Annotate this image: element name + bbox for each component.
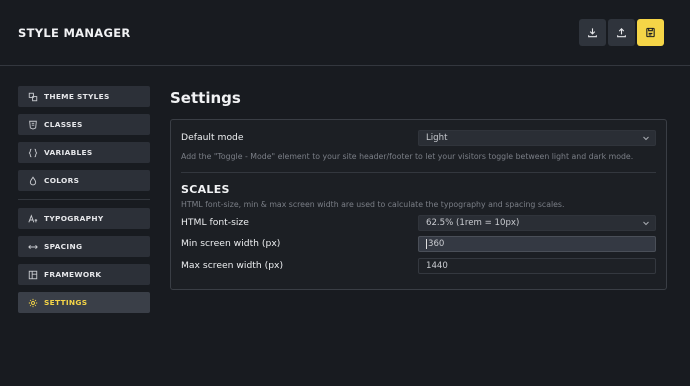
text-caret (426, 239, 427, 249)
app-header: STYLE MANAGER (0, 0, 690, 66)
sidebar-item-typography[interactable]: TYPOGRAPHY (18, 208, 150, 229)
default-mode-help: Add the "Toggle - Mode" element to your … (181, 152, 634, 161)
save-icon (645, 23, 656, 42)
default-mode-value: Light (426, 133, 448, 143)
sidebar-item-variables[interactable]: VARIABLES (18, 142, 150, 163)
theme-styles-icon (27, 91, 39, 103)
typography-icon (27, 213, 39, 225)
classes-icon (27, 119, 39, 131)
font-size-value: 62.5% (1rem = 10px) (426, 218, 520, 228)
chevron-down-icon (643, 136, 649, 141)
download-button[interactable] (579, 19, 606, 46)
sidebar-item-classes[interactable]: CLASSES (18, 114, 150, 135)
sidebar-item-framework[interactable]: FRAMEWORK (18, 264, 150, 285)
sidebar-item-label: TYPOGRAPHY (44, 214, 104, 223)
page-title: Settings (170, 89, 241, 107)
sidebar-item-label: SETTINGS (44, 298, 88, 307)
download-icon (587, 23, 598, 42)
app-title: STYLE MANAGER (18, 26, 131, 40)
panel-divider (181, 172, 656, 173)
max-width-input[interactable]: 1440 (418, 258, 656, 274)
min-width-label: Min screen width (px) (181, 238, 281, 249)
sidebar-item-label: COLORS (44, 176, 80, 185)
sidebar-item-label: VARIABLES (44, 148, 93, 157)
min-width-value: 360 (428, 239, 445, 249)
min-width-input[interactable]: 360 (418, 236, 656, 252)
chevron-down-icon (643, 221, 649, 226)
font-size-label: HTML font-size (181, 217, 249, 228)
scales-title: SCALES (181, 183, 230, 196)
default-mode-label: Default mode (181, 132, 244, 143)
spacing-icon (27, 241, 39, 253)
sidebar-item-settings[interactable]: SETTINGS (18, 292, 150, 313)
braces-icon (27, 147, 39, 159)
framework-icon (27, 269, 39, 281)
max-width-label: Max screen width (px) (181, 260, 284, 271)
upload-icon (616, 23, 627, 42)
save-button[interactable] (637, 19, 664, 46)
default-mode-select[interactable]: Light (418, 130, 656, 146)
max-width-value: 1440 (426, 261, 448, 271)
droplet-icon (27, 175, 39, 187)
sidebar-item-spacing[interactable]: SPACING (18, 236, 150, 257)
upload-button[interactable] (608, 19, 635, 46)
sidebar-item-label: THEME STYLES (44, 92, 110, 101)
sidebar-item-label: FRAMEWORK (44, 270, 102, 279)
sidebar-item-label: CLASSES (44, 120, 83, 129)
scales-help: HTML font-size, min & max screen width a… (181, 200, 565, 209)
sidebar-item-theme-styles[interactable]: THEME STYLES (18, 86, 150, 107)
font-size-select[interactable]: 62.5% (1rem = 10px) (418, 215, 656, 231)
gear-icon (27, 297, 39, 309)
sidebar-item-colors[interactable]: COLORS (18, 170, 150, 191)
settings-panel: Default mode Light Add the "Toggle - Mod… (170, 119, 667, 290)
sidebar-item-label: SPACING (44, 242, 83, 251)
sidebar-divider (18, 199, 150, 200)
